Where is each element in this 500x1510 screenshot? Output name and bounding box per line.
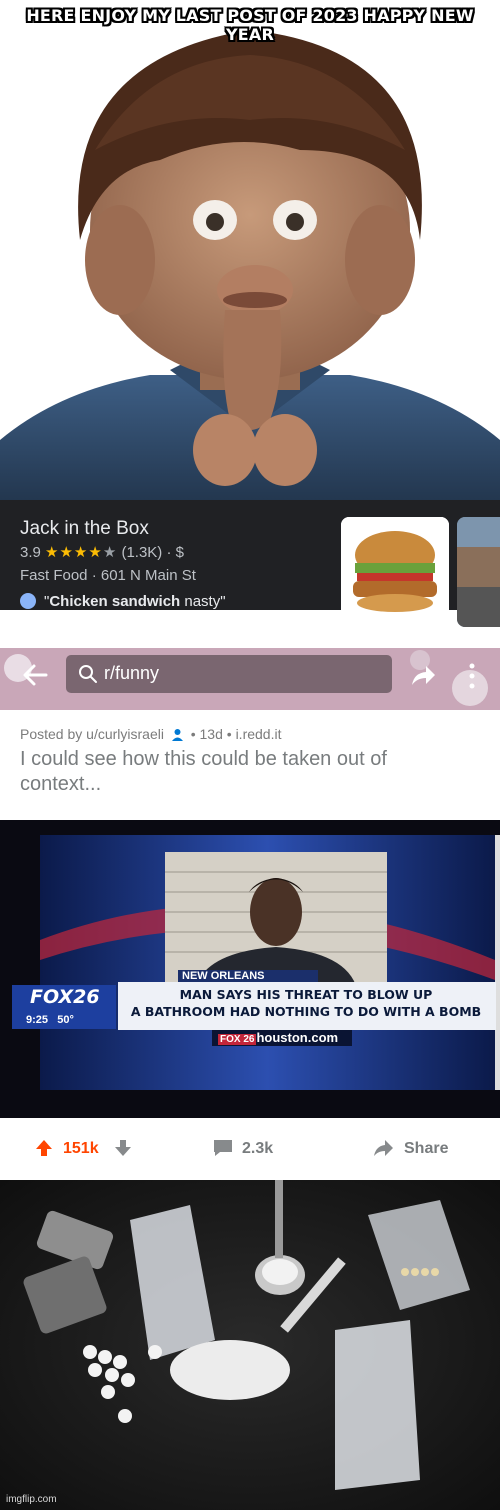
post-age-source: • 13d • i.redd.it — [190, 726, 282, 742]
share-icon[interactable] — [372, 1138, 394, 1158]
site-url: FOX 26 houston.com — [218, 1030, 338, 1045]
comment-count[interactable]: 2.3k — [242, 1140, 273, 1158]
upvote-count: 151k — [63, 1140, 99, 1157]
meme-caption: HERE ENJOY MY LAST POST OF 2023 HAPPY NE… — [26, 6, 474, 44]
rating-row: 3.9 ★★★★★ (1.3K) · $ — [20, 543, 184, 561]
category-address: Fast Food · 601 N Main St — [20, 567, 196, 584]
user-icon — [171, 728, 184, 741]
broadcast-temperature: 50° — [57, 1014, 74, 1026]
site-url-prefix: FOX 26 — [218, 1034, 257, 1045]
dark-surface-image — [0, 1180, 500, 1510]
channel-logo: FOX26 — [30, 986, 100, 1008]
chicken-sandwich-image — [341, 517, 449, 627]
post-title[interactable]: I could see how this could be taken out … — [20, 747, 440, 797]
rating-value: 3.9 — [20, 544, 41, 561]
review-count: (1.3K) — [121, 544, 163, 561]
broadcast-time: 9:25 — [26, 1014, 49, 1026]
news-headline: MAN SAYS HIS THREAT TO BLOW UP A BATHROO… — [118, 986, 494, 1020]
review-text: nasty" — [180, 593, 226, 610]
downvote-arrow-icon[interactable] — [113, 1138, 133, 1158]
search-icon — [78, 664, 98, 684]
headline-line-1: MAN SAYS HIS THREAT TO BLOW UP — [179, 987, 433, 1002]
man-portrait-image — [165, 852, 387, 989]
storefront-image — [457, 517, 500, 627]
star-rating-icon: ★★★★★ — [45, 544, 118, 561]
time-temperature: 9:25 50° — [26, 1014, 74, 1026]
headline-line-2: A BATHROOM HAD NOTHING TO DO WITH A BOMB — [130, 1004, 482, 1019]
comment-icon[interactable] — [212, 1138, 234, 1158]
price-level: · $ — [166, 544, 184, 561]
watermark: imgflip.com — [6, 1494, 57, 1505]
post-meta: Posted by u/curlyisraeli • 13d • i.redd.… — [20, 726, 281, 742]
upvote-arrow-icon[interactable] — [34, 1138, 54, 1158]
post-author[interactable]: Posted by u/curlyisraeli — [20, 726, 164, 742]
share-button[interactable]: Share — [404, 1140, 448, 1158]
review-snippet: "Chicken sandwich nasty" — [20, 593, 226, 610]
meme-photo — [0, 0, 500, 500]
subreddit-name[interactable]: r/funny — [104, 663, 159, 684]
place-name[interactable]: Jack in the Box — [20, 518, 149, 540]
share-arrow-icon[interactable] — [406, 659, 438, 691]
sandwich-thumbnail[interactable] — [341, 517, 449, 627]
storefront-thumbnail[interactable] — [457, 517, 500, 627]
tabletop-photo — [0, 1180, 500, 1510]
news-location: NEW ORLEANS — [182, 970, 265, 982]
site-url-domain: houston.com — [256, 1030, 339, 1045]
distorted-face-photo — [0, 0, 500, 500]
review-highlight: Chicken sandwich — [49, 593, 181, 610]
mugshot-photo — [165, 852, 387, 989]
back-arrow-icon[interactable] — [20, 660, 50, 690]
reviewer-avatar-icon — [20, 593, 36, 609]
more-options-icon[interactable] — [460, 660, 484, 692]
